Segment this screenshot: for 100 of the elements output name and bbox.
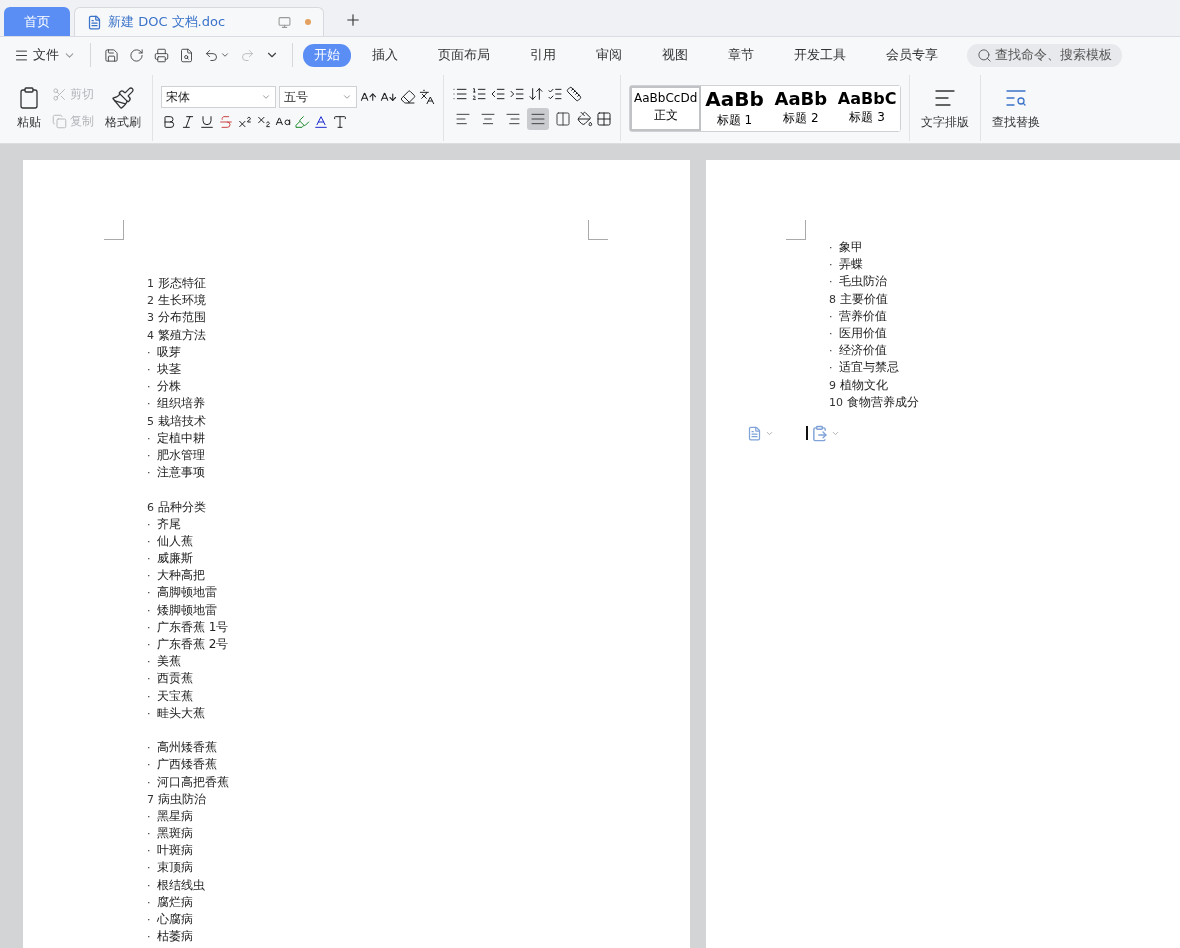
list-marker: ·: [147, 861, 152, 875]
list-marker: 3: [147, 311, 154, 325]
list-item-text: 矮脚顿地雷: [157, 601, 217, 619]
list-item-text: 西贡蕉: [157, 670, 193, 688]
list-item-text: 心腐病: [157, 911, 193, 929]
format-painter-button[interactable]: 格式刷: [102, 83, 144, 133]
preview-icon: [179, 47, 194, 63]
list-marker: ·: [147, 895, 152, 909]
list-marker: ·: [147, 620, 152, 634]
borders-icon[interactable]: [596, 111, 612, 127]
list-marker: ·: [147, 878, 152, 892]
superscript-icon[interactable]: [237, 114, 253, 130]
subscript-icon[interactable]: [256, 114, 272, 130]
decrease-indent-icon[interactable]: [490, 86, 506, 102]
font-size-select[interactable]: 五号: [279, 86, 357, 108]
font-color-icon[interactable]: [313, 114, 329, 130]
layout-options-icon[interactable]: [747, 425, 774, 441]
ribbon-tab[interactable]: 插入: [361, 43, 409, 67]
ribbon-tab[interactable]: 会员专享: [875, 43, 949, 67]
list-item-text: 主要价值: [840, 290, 888, 308]
ribbon-tab[interactable]: 视图: [651, 43, 699, 67]
italic-icon[interactable]: [180, 114, 196, 130]
list-marker: ·: [147, 930, 152, 944]
list-marker: ·: [829, 275, 834, 289]
list-item-text: 腐烂病: [157, 893, 193, 911]
list-item-text: 黑星病: [157, 807, 193, 825]
font-select[interactable]: 宋体: [161, 86, 276, 108]
list-item-text: 枯萎病: [157, 928, 193, 946]
list-item-text: 毛虫防治: [839, 273, 887, 291]
list-item-text: 品种分类: [158, 498, 206, 516]
list-item-text: 栽培技术: [158, 412, 206, 430]
list-marker: ·: [147, 844, 152, 858]
list-item-text: 河口高把香蕉: [157, 773, 229, 791]
list-item-text: 广东香蕉 1号: [157, 618, 229, 636]
list-marker: 10: [829, 395, 843, 409]
paste-button[interactable]: 粘贴: [14, 83, 44, 133]
corner-mark: [104, 220, 124, 240]
list-marker: ·: [829, 344, 834, 358]
find-replace-button[interactable]: 查找替换: [989, 83, 1044, 133]
list-item-text: 块茎: [157, 361, 181, 379]
corner-mark: [588, 220, 608, 240]
monitor-icon[interactable]: [278, 15, 291, 29]
list-marker: 2: [147, 294, 154, 308]
list-item-text: 分株: [157, 378, 181, 396]
list-item-text: 高州矮香蕉: [157, 739, 217, 757]
ribbon-tab[interactable]: 页面布局: [427, 43, 501, 67]
list-marker: ·: [147, 758, 152, 772]
clipboard-icon: [17, 85, 41, 110]
ribbon-tab[interactable]: 引用: [519, 43, 567, 67]
list-item-text: 叶斑病: [157, 842, 193, 860]
document-tab[interactable]: 新建 DOC 文档.doc: [74, 7, 324, 36]
ribbon-tab[interactable]: 章节: [717, 43, 765, 67]
list-item-text: 仙人蕉: [157, 532, 193, 550]
align-button[interactable]: [527, 108, 549, 130]
printer-icon: [154, 47, 169, 63]
ribbon-tab[interactable]: 审阅: [585, 43, 633, 67]
text-direction-icon[interactable]: [528, 86, 544, 102]
list-item-text: 象甲: [839, 239, 863, 257]
underline-icon[interactable]: [199, 114, 215, 130]
list-marker: ·: [829, 309, 834, 323]
command-search-field[interactable]: 查找命令、搜索模板: [967, 43, 1122, 67]
caret-icon: [220, 50, 230, 60]
list-marker: ·: [147, 517, 152, 531]
shading-icon[interactable]: [577, 111, 593, 127]
list-item-text: 植物文化: [840, 376, 888, 394]
list-item-text: 束顶病: [157, 859, 193, 877]
list-marker: 6: [147, 500, 154, 514]
ruler-icon[interactable]: [566, 86, 582, 102]
list-item-text: 医用价值: [839, 325, 887, 343]
list-marker: ·: [147, 689, 152, 703]
copy-icon: [52, 114, 67, 129]
save-icon: [104, 47, 119, 63]
list-item-text: 营养价值: [839, 307, 887, 325]
list-item-text: 食物营养成分: [847, 393, 919, 411]
character-border-icon[interactable]: [332, 114, 348, 130]
increase-indent-icon[interactable]: [509, 86, 525, 102]
rotate-icon: [129, 47, 144, 63]
list-marker: 7: [147, 792, 154, 806]
list-item-text: 繁殖方法: [158, 326, 206, 344]
phonetic-guide-icon[interactable]: [419, 89, 435, 105]
bullet-list-icon[interactable]: [452, 86, 468, 102]
file-menu[interactable]: 文件: [10, 44, 80, 66]
list-item-text: 定植中耕: [157, 429, 205, 447]
list-marker: ·: [147, 809, 152, 823]
style-option[interactable]: AaBbCcDd 正文: [630, 85, 702, 131]
scissors-icon: [52, 87, 67, 102]
strikethrough-icon[interactable]: [218, 114, 234, 130]
numbered-list-icon[interactable]: [471, 86, 487, 102]
ribbon-tab[interactable]: 开发工具: [783, 43, 857, 67]
eraser-icon[interactable]: [400, 89, 416, 105]
text-layout-button[interactable]: 文字排版: [918, 83, 973, 133]
list-marker: ·: [147, 706, 152, 720]
list-marker: 4: [147, 328, 154, 342]
text-cursor: [806, 426, 808, 441]
paste-options-icon[interactable]: [811, 424, 840, 442]
list-marker: ·: [147, 345, 152, 359]
bold-icon[interactable]: [161, 114, 177, 130]
corner-mark: [786, 220, 806, 240]
list-marker: ·: [829, 327, 834, 341]
align-left-icon: [455, 111, 471, 127]
